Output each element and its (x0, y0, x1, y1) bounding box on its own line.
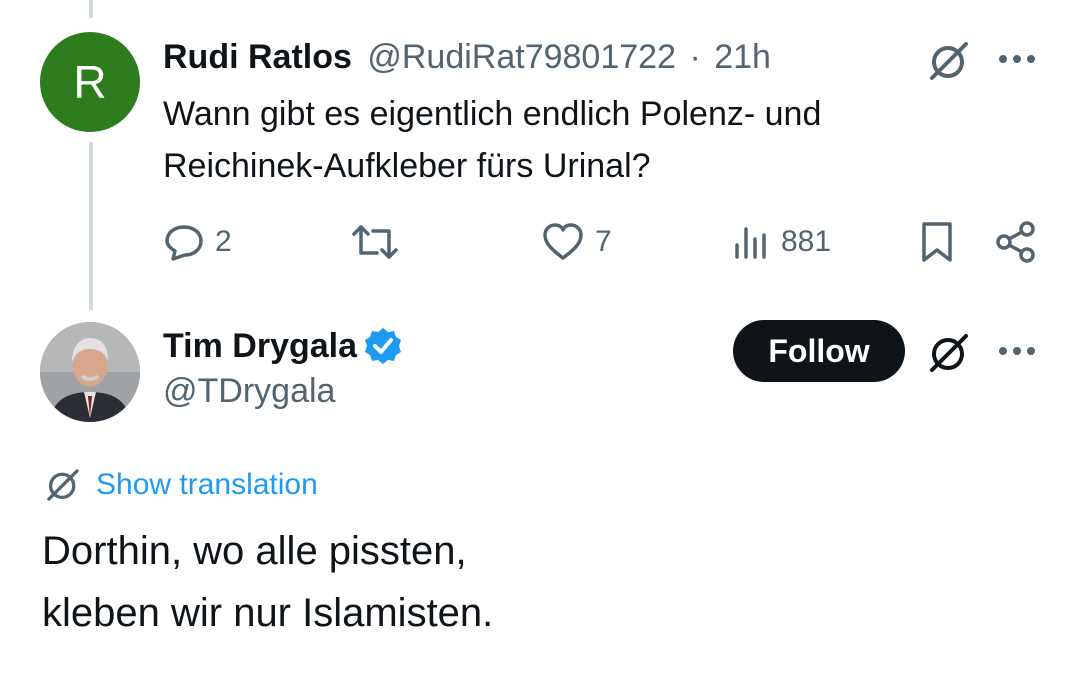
tweet-text-line: Dorthin, wo alle pissten, (42, 529, 467, 573)
reply-icon (165, 225, 203, 261)
grok-icon[interactable] (926, 38, 972, 84)
reply-count: 2 (215, 225, 232, 258)
author-name[interactable]: Tim Drygala (163, 327, 357, 366)
tweet-text-line: kleben wir nur Islamisten. (42, 591, 494, 635)
show-translation-link[interactable]: Show translation (44, 466, 318, 504)
profile-photo (40, 322, 140, 422)
grok-icon (47, 469, 79, 501)
author-name[interactable]: Rudi Ratlos (163, 38, 352, 76)
author-info: Tim Drygala @TDrygala (163, 324, 403, 411)
grok-icon[interactable] (926, 330, 972, 376)
more-icon[interactable] (997, 44, 1037, 74)
share-icon (996, 221, 1035, 263)
timestamp[interactable]: 21h (714, 38, 771, 76)
reply-text-line: Wann gibt es eigentlich endlich Polenz- … (163, 95, 822, 133)
views-count: 881 (781, 225, 832, 258)
avatar[interactable]: R (40, 32, 140, 132)
like-count: 7 (595, 225, 612, 258)
like-button[interactable]: 7 (541, 220, 612, 264)
more-icon[interactable] (997, 336, 1037, 366)
reply-text: Wann gibt es eigentlich endlich Polenz- … (163, 88, 1023, 192)
show-translation-label: Show translation (96, 468, 318, 501)
heart-icon (543, 223, 583, 260)
author-handle[interactable]: @RudiRat79801722 (367, 38, 676, 76)
separator: · (689, 38, 701, 76)
avatar-letter: R (73, 56, 107, 108)
reply-header: Rudi Ratlos @RudiRat79801722 · 21h (163, 36, 771, 78)
retweet-button[interactable] (351, 220, 399, 264)
avatar[interactable] (40, 322, 140, 422)
bookmark-button[interactable] (918, 220, 956, 264)
retweet-icon (352, 225, 398, 259)
author-handle[interactable]: @TDrygala (163, 372, 403, 411)
reply-button[interactable]: 2 (163, 220, 232, 264)
reply-text-line: Reichinek-Aufkleber fürs Urinal? (163, 147, 651, 185)
share-button[interactable] (994, 220, 1038, 264)
thread-line (89, 142, 93, 310)
thread-line-top (89, 0, 93, 18)
views-icon (735, 227, 766, 259)
views-button[interactable]: 881 (733, 220, 831, 264)
follow-button[interactable]: Follow (733, 320, 905, 382)
verified-badge-icon (365, 328, 402, 364)
tweet-text: Dorthin, wo alle pissten, kleben wir nur… (42, 520, 493, 644)
bookmark-icon (922, 222, 952, 262)
